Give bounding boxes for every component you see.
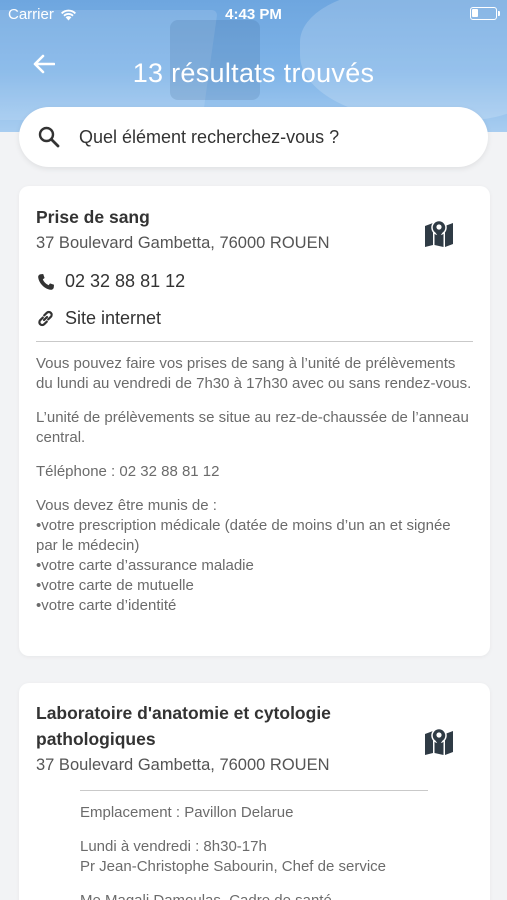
result-title: Prise de sang: [36, 207, 150, 227]
page-title: 13 résultats trouvés: [132, 58, 375, 88]
map-marker-icon[interactable]: [424, 219, 454, 247]
result-card[interactable]: Laboratoire d'anatomie et cytologie path…: [19, 683, 490, 900]
battery-icon: [470, 7, 500, 20]
status-time: 4:43 PM: [225, 6, 282, 23]
divider: [80, 790, 428, 791]
status-bar: Carrier 4:43 PM: [0, 0, 507, 28]
website-row[interactable]: Site internet: [36, 308, 161, 329]
phone-icon: [36, 272, 55, 291]
search-input[interactable]: [79, 126, 459, 148]
phone-number[interactable]: 02 32 88 81 12: [65, 271, 185, 292]
phone-row[interactable]: 02 32 88 81 12: [36, 271, 185, 292]
result-address: 37 Boulevard Gambetta, 76000 ROUEN: [36, 234, 330, 252]
result-description: Emplacement : Pavillon Delarue Lundi à v…: [80, 804, 386, 900]
map-marker-icon[interactable]: [424, 727, 454, 755]
result-title: Laboratoire d'anatomie et cytologie path…: [36, 703, 331, 749]
divider: [36, 341, 473, 342]
website-link[interactable]: Site internet: [65, 308, 161, 329]
search-icon: [38, 126, 60, 148]
search-bar[interactable]: [19, 107, 488, 167]
result-description: Vous pouvez faire vos prises de sang à l…: [36, 355, 472, 614]
result-card[interactable]: Prise de sang 37 Boulevard Gambetta, 760…: [19, 186, 490, 656]
result-address: 37 Boulevard Gambetta, 76000 ROUEN: [36, 756, 330, 774]
link-icon: [36, 309, 55, 328]
